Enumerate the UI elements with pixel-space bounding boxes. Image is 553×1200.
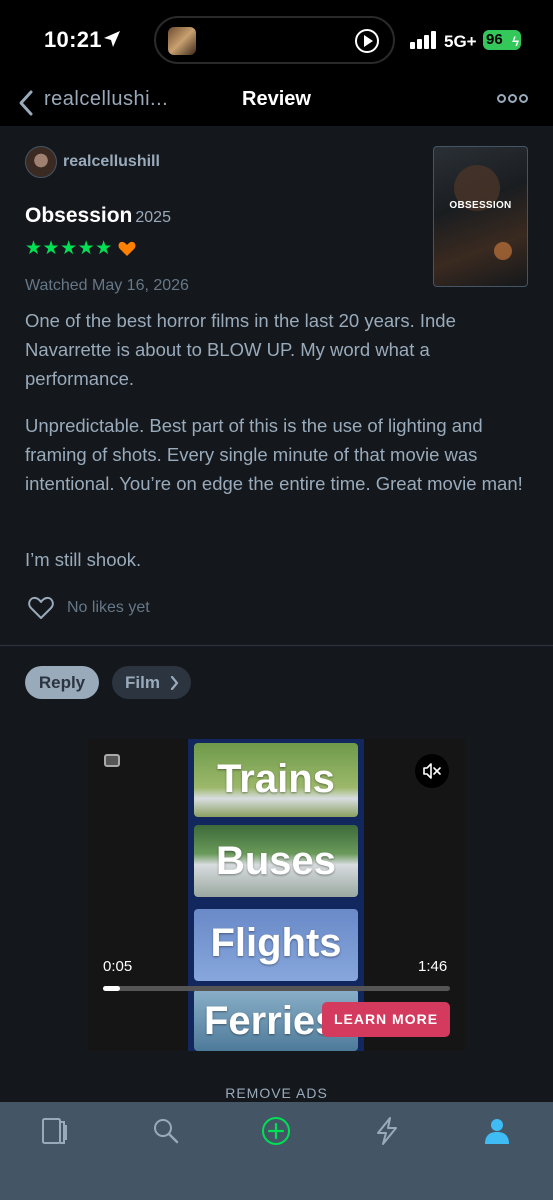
ad-progress-fill [103, 986, 121, 991]
video-ad[interactable]: Trains Buses Flights Ferries 0:05 1:46 L… [88, 739, 465, 1051]
ad-time-total: 1:46 [418, 958, 448, 975]
battery-level: 96 [486, 31, 503, 48]
chevron-right-icon [170, 676, 179, 690]
review-paragraph: One of the best horror films in the last… [25, 310, 456, 389]
liked-heart-icon [118, 241, 136, 256]
add-icon[interactable] [261, 1116, 291, 1146]
play-icon[interactable] [355, 29, 379, 53]
review-paragraph: I’m still shook. [25, 549, 142, 570]
status-time: 10:21 [44, 27, 102, 52]
charging-bolt-icon: ϟ [512, 34, 519, 49]
more-options-icon[interactable] [497, 94, 529, 104]
now-playing-thumbnail [168, 27, 196, 55]
mute-icon[interactable] [415, 754, 449, 788]
search-icon[interactable] [151, 1116, 181, 1146]
films-icon[interactable] [40, 1116, 70, 1146]
ad-tile-flights: Flights [194, 909, 358, 981]
poster-title: OBSESSION [449, 200, 512, 211]
film-year[interactable]: 2025 [135, 209, 171, 226]
ad-tile-label: Trains [217, 757, 335, 801]
film-button[interactable]: Film [112, 666, 191, 699]
star-rating: ★★★★★ [25, 238, 113, 259]
ad-info-icon[interactable] [104, 754, 120, 767]
likes-count: No likes yet [67, 599, 150, 616]
signal-icon [410, 31, 438, 49]
heart-icon[interactable] [28, 596, 54, 620]
remove-ads-link[interactable]: REMOVE ADS [0, 1085, 553, 1101]
ad-tile-trains: Trains [194, 743, 358, 817]
film-title-line[interactable]: Obsession 2025 [25, 204, 171, 228]
network-type: 5G+ [444, 32, 477, 51]
tab-bar [0, 1102, 553, 1200]
location-arrow-icon [104, 31, 120, 47]
ad-progress-bar[interactable] [103, 986, 450, 991]
ad-tile-buses: Buses [194, 825, 358, 897]
film-poster[interactable]: OBSESSION [433, 146, 528, 287]
ad-tile-label: Flights [210, 921, 342, 965]
dynamic-island[interactable] [154, 16, 395, 64]
reply-button[interactable]: Reply [25, 666, 99, 699]
ad-tile-label: Buses [215, 839, 337, 883]
poster-glow [494, 242, 512, 260]
activity-icon[interactable] [372, 1116, 402, 1146]
film-title[interactable]: Obsession [25, 204, 132, 227]
nav-header: realcellushi... Review [0, 82, 553, 126]
watched-date: Watched May 16, 2026 [25, 277, 189, 294]
profile-icon[interactable] [482, 1116, 512, 1146]
reviewer-username[interactable]: realcellushill [63, 153, 160, 171]
divider [0, 645, 553, 646]
battery-icon: 96 ϟ [483, 30, 521, 50]
learn-more-button[interactable]: LEARN MORE [322, 1002, 450, 1037]
avatar[interactable] [25, 146, 57, 178]
review-paragraph: Unpredictable. Best part of this is the … [25, 415, 523, 494]
page-title: Review [242, 88, 311, 110]
ad-time-current: 0:05 [103, 958, 133, 975]
film-button-label: Film [125, 673, 160, 692]
status-bar: 10:21 5G+ 96 ϟ [0, 0, 553, 82]
